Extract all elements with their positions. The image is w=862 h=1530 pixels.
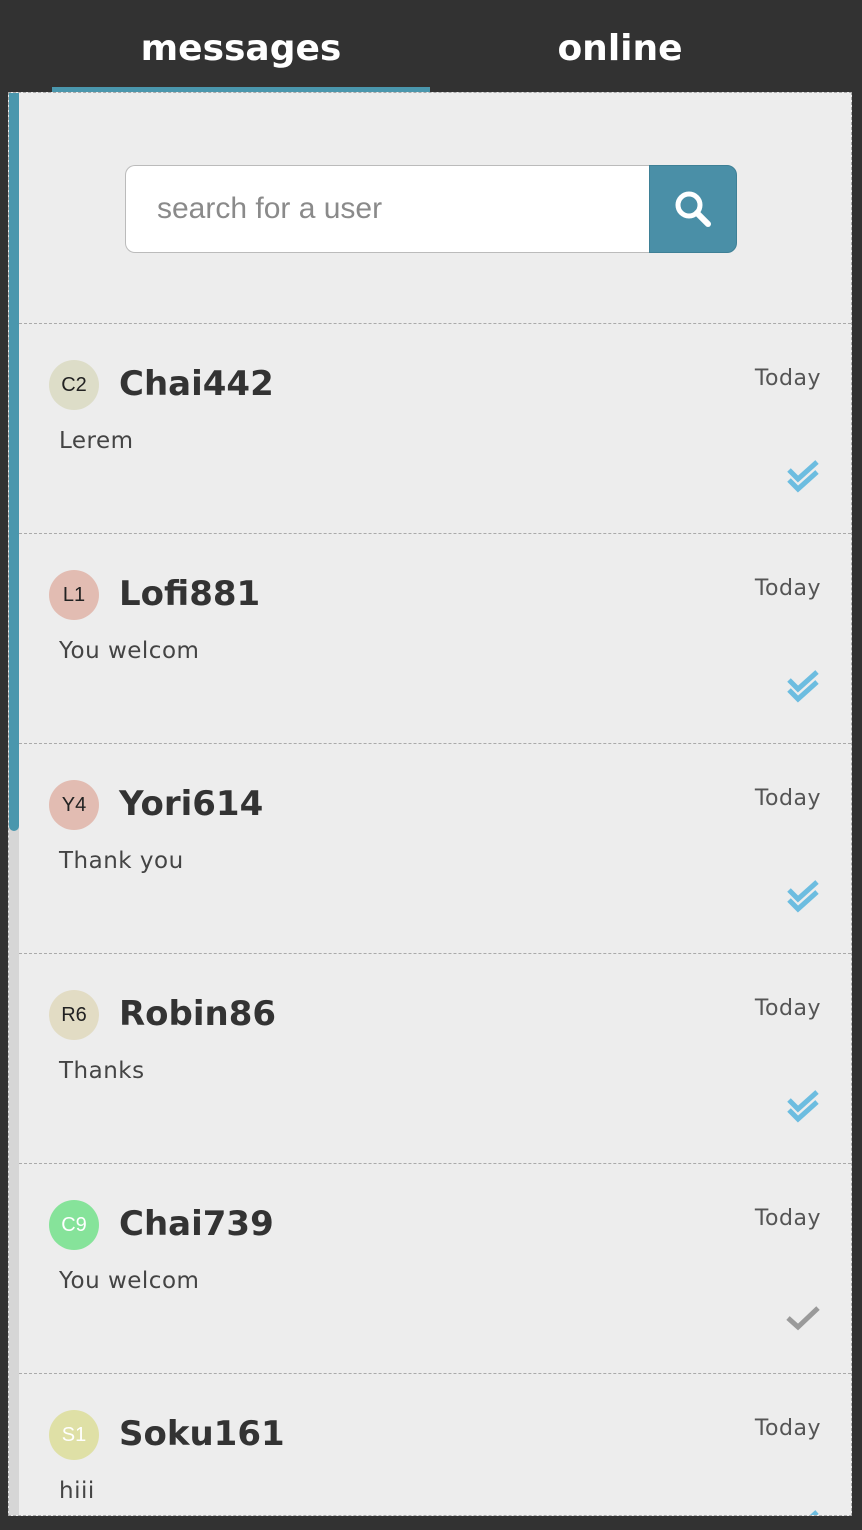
conversation-item[interactable]: S1 Soku161 Today hiii [19,1373,851,1515]
message-preview: Thanks [59,1058,145,1084]
double-check-icon [809,1510,819,1515]
double-check-icon [787,460,819,493]
conversation-time: Today [754,786,821,811]
tab-online[interactable]: online [430,28,810,78]
avatar: Y4 [49,780,99,830]
avatar: C9 [49,1200,99,1250]
avatar: C2 [49,360,99,410]
message-preview: hiii [59,1478,95,1504]
messages-panel: C2 Chai442 Today Lerem L1 Lofi881 Today You wel… [8,92,852,1516]
avatar: R6 [49,990,99,1040]
conversation-username: Soku161 [119,1414,285,1454]
conversation-item[interactable]: Y4 Yori614 Today Thank you [19,743,851,953]
conversation-username: Chai442 [119,364,274,404]
conversation-item[interactable]: C2 Chai442 Today Lerem [19,323,851,533]
double-check-icon [787,670,819,703]
conversation-list: C2 Chai442 Today Lerem L1 Lofi881 Today You wel… [19,323,851,1515]
double-check-icon [787,1090,819,1123]
conversation-item[interactable]: C9 Chai739 Today You welcom [19,1163,851,1373]
message-preview: You welcom [59,1268,200,1294]
search-input[interactable] [125,165,651,253]
scrollbar[interactable] [9,93,19,1515]
check-icon [786,1306,820,1331]
scrollbar-thumb[interactable] [9,93,19,831]
conversation-time: Today [754,576,821,601]
conversation-item[interactable]: R6 Robin86 Today Thanks [19,953,851,1163]
conversation-item[interactable]: L1 Lofi881 Today You welcom [19,533,851,743]
message-preview: You welcom [59,638,200,664]
tab-messages[interactable]: messages [52,28,430,78]
conversation-username: Yori614 [119,784,264,824]
avatar: S1 [49,1410,99,1460]
search-icon [675,191,711,227]
conversation-username: Chai739 [119,1204,274,1244]
user-search [125,165,737,253]
double-check-icon [787,880,819,913]
tab-bar: messages online [0,0,862,94]
conversation-time: Today [754,1206,821,1231]
conversation-username: Robin86 [119,994,277,1034]
conversation-time: Today [754,366,821,391]
search-button[interactable] [649,165,737,253]
avatar: L1 [49,570,99,620]
conversation-time: Today [754,1416,821,1441]
conversation-username: Lofi881 [119,574,261,614]
conversation-time: Today [754,996,821,1021]
message-preview: Thank you [59,848,184,874]
message-preview: Lerem [59,428,134,454]
